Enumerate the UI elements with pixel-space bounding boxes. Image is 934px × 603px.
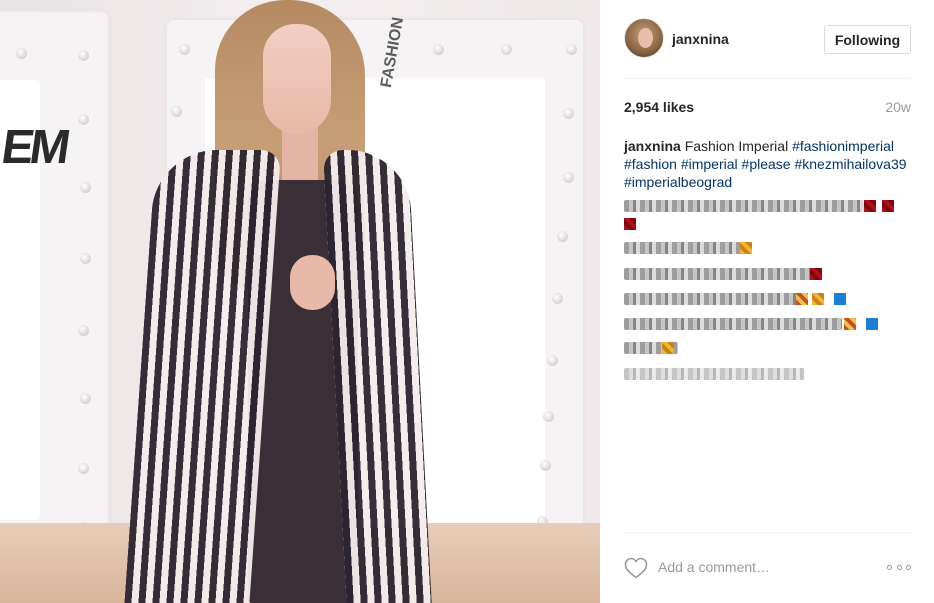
hashtag-link[interactable]: #imperialbeograd (624, 174, 732, 190)
hashtag-link[interactable]: #fashionimperial (792, 138, 894, 154)
post-time[interactable]: 20w (885, 99, 911, 115)
redacted-comment-line (624, 293, 808, 305)
caption-username[interactable]: janxnina (624, 138, 681, 154)
header-divider (624, 78, 911, 79)
heart-emoji-icon (810, 268, 822, 280)
hashtag-link[interactable]: #please (742, 156, 791, 172)
heart-icon[interactable] (624, 557, 648, 579)
emoji-icon (844, 318, 856, 330)
likes-count[interactable]: 2,954 likes (624, 99, 694, 115)
redacted-comment-line (624, 368, 804, 380)
hashtag-link[interactable]: #imperial (681, 156, 738, 172)
comment-divider (624, 532, 911, 533)
post-caption: janxnina Fashion Imperial #fashionimperi… (624, 137, 914, 191)
following-button[interactable]: Following (824, 25, 911, 54)
emoji-icon (740, 242, 752, 254)
heart-emoji-icon (864, 200, 876, 212)
post-photo[interactable]: EM FASHION (0, 0, 600, 603)
emoji-icon (796, 293, 808, 305)
heart-emoji-icon (882, 200, 894, 212)
post-username[interactable]: janxnina (672, 31, 729, 47)
post-details-panel: janxnina Following 2,954 likes 20w janxn… (600, 0, 934, 603)
redacted-comment-line (624, 242, 752, 254)
redacted-comment-line (624, 200, 864, 212)
avatar[interactable] (624, 18, 664, 58)
redacted-comment-line (624, 268, 820, 280)
more-options-icon[interactable] (887, 560, 911, 574)
emoji-icon (834, 293, 846, 305)
heart-emoji-icon (624, 218, 636, 230)
emoji-icon (866, 318, 878, 330)
caption-text: Fashion Imperial (684, 138, 789, 154)
emoji-icon (812, 293, 824, 305)
redacted-comment-line (624, 318, 842, 330)
comment-bar (624, 550, 911, 584)
hashtag-link[interactable]: #knezmihailova39 (794, 156, 906, 172)
person (123, 0, 433, 603)
hashtag-link[interactable]: #fashion (624, 156, 677, 172)
post-header: janxnina Following (624, 18, 911, 62)
comment-input[interactable] (658, 557, 858, 577)
mirror-frame-left (0, 10, 110, 570)
wall-logo-left: EM (0, 121, 70, 174)
emoji-icon (662, 342, 674, 354)
